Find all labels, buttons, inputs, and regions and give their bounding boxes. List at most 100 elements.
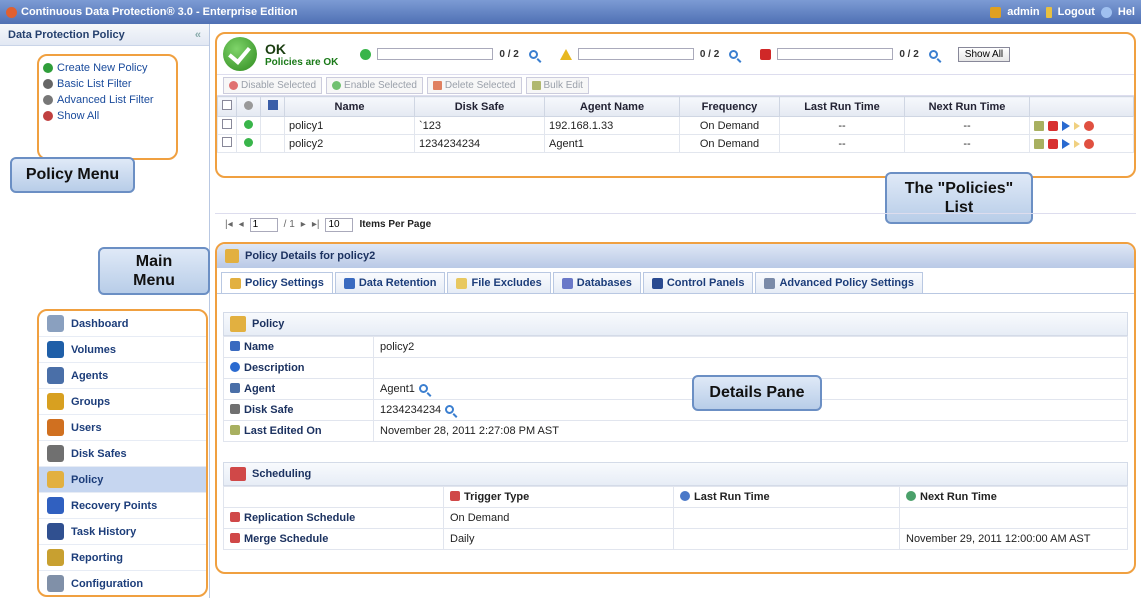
field-key-label: Description <box>244 362 305 374</box>
run-alt-icon[interactable] <box>1074 139 1080 148</box>
policy-name-cell[interactable]: policy1 <box>284 116 415 135</box>
disable-row-icon[interactable] <box>1084 120 1094 131</box>
help-link[interactable]: Hel <box>1118 6 1135 18</box>
policy-menu-advanced-list-filter[interactable]: Advanced List Filter <box>43 92 172 108</box>
policy-menu-create-new-policy[interactable]: Create New Policy <box>43 60 172 76</box>
disable-selected-button[interactable]: Disable Selected <box>223 76 323 94</box>
title-bar: Continuous Data Protection® 3.0 - Enterp… <box>0 0 1141 24</box>
policy-menu-label: Basic List Filter <box>57 78 132 90</box>
run-alt-icon[interactable] <box>1074 121 1080 130</box>
items-per-page-label: Items Per Page <box>359 219 432 230</box>
current-user[interactable]: admin <box>1007 6 1039 18</box>
show-all-button[interactable]: Show All <box>957 46 1011 62</box>
field-key-label: Agent <box>244 383 276 395</box>
table-row[interactable]: policy2 1234234234 Agent1 On Demand -- -… <box>217 134 1134 153</box>
sidebar: Data Protection Policy « Create New Poli… <box>0 24 210 598</box>
policy-section-header: Policy <box>223 312 1128 336</box>
disk-safe-lookup-icon[interactable] <box>445 405 455 414</box>
next-run-column-header[interactable]: Next Run Time <box>904 96 1030 117</box>
main-menu-configuration[interactable]: Configuration <box>39 571 206 595</box>
run-icon[interactable] <box>1062 120 1070 131</box>
row-checkbox[interactable] <box>222 137 232 147</box>
logout-link[interactable]: Logout <box>1058 6 1095 18</box>
row-type-cell <box>260 116 285 135</box>
items-per-page-input[interactable] <box>325 217 354 232</box>
sidebar-title: Data Protection Policy <box>8 28 125 41</box>
next-page-button[interactable]: ▸ <box>301 219 306 230</box>
tab-policy-settings[interactable]: Policy Settings <box>221 272 333 293</box>
main-menu-dashboard[interactable]: Dashboard <box>39 311 206 337</box>
delete-row-icon[interactable] <box>1048 138 1058 149</box>
field-key: Agent <box>223 378 374 400</box>
page-number-input[interactable] <box>249 217 278 232</box>
bulk-edit-button[interactable]: Bulk Edit <box>525 76 589 94</box>
table-header-row: Name Disk Safe Agent Name Frequency Last… <box>217 96 1134 117</box>
ok-icon <box>360 48 372 60</box>
field-value: policy2 <box>373 336 1128 358</box>
row-checkbox[interactable] <box>222 119 232 129</box>
error-count: 0 / 2 <box>899 48 919 60</box>
frequency-column-header[interactable]: Frequency <box>679 96 780 117</box>
field-value-text: November 28, 2011 2:27:08 PM AST <box>380 425 559 437</box>
tab-file-excludes[interactable]: File Excludes <box>447 272 551 293</box>
policy-name-cell[interactable]: policy2 <box>284 134 415 153</box>
row-checkbox-cell[interactable] <box>217 116 237 135</box>
schedule-last-run-header: Last Run Time <box>673 486 900 508</box>
main-menu-groups[interactable]: Groups <box>39 389 206 415</box>
status-column-header[interactable] <box>236 96 261 117</box>
tab-data-retention[interactable]: Data Retention <box>334 272 446 293</box>
tab-control-panels[interactable]: Control Panels <box>642 272 754 293</box>
enable-selected-button[interactable]: Enable Selected <box>326 76 423 94</box>
tab-advanced-policy-settings[interactable]: Advanced Policy Settings <box>755 272 923 293</box>
policy-menu-show-all[interactable]: Show All <box>43 108 172 124</box>
tab-label: Databases <box>576 277 632 289</box>
actions-column-header <box>1029 96 1134 117</box>
run-icon[interactable] <box>1062 138 1070 149</box>
row-checkbox-cell[interactable] <box>217 134 237 153</box>
first-page-button[interactable]: |◂ <box>225 219 233 230</box>
warning-search-icon[interactable] <box>729 49 739 59</box>
main-menu-agents[interactable]: Agents <box>39 363 206 389</box>
collapse-button[interactable]: « <box>195 29 201 41</box>
delete-selected-button[interactable]: Delete Selected <box>426 76 522 94</box>
data-retention-icon <box>343 277 355 289</box>
table-row[interactable]: policy1 `123 192.168.1.33 On Demand -- -… <box>217 116 1134 135</box>
main-menu-recovery-points[interactable]: Recovery Points <box>39 493 206 519</box>
policy-settings-icon <box>230 277 241 289</box>
select-all-checkbox[interactable] <box>222 100 232 110</box>
main-menu-reporting[interactable]: Reporting <box>39 545 206 571</box>
select-all-header[interactable] <box>217 96 237 117</box>
type-column-header[interactable] <box>260 96 285 117</box>
agent-name-column-header[interactable]: Agent Name <box>544 96 680 117</box>
field-key: Name <box>223 336 374 358</box>
tab-databases[interactable]: Databases <box>552 272 641 293</box>
schedule-next-run-cell <box>899 507 1128 529</box>
last-page-button[interactable]: ▸| <box>312 219 320 230</box>
agent-lookup-icon[interactable] <box>418 384 428 393</box>
delete-row-icon[interactable] <box>1048 120 1058 131</box>
prev-page-button[interactable]: ◂ <box>239 219 244 230</box>
main-menu-volumes[interactable]: Volumes <box>39 337 206 363</box>
error-search-icon[interactable] <box>928 49 938 59</box>
main-menu-disk-safes[interactable]: Disk Safes <box>39 441 206 467</box>
main-menu-policy[interactable]: Policy <box>39 467 206 493</box>
main-menu-task-history[interactable]: Task History <box>39 519 206 545</box>
ok-search-icon[interactable] <box>528 49 538 59</box>
name-column-header[interactable]: Name <box>284 96 415 117</box>
main-menu-users[interactable]: Users <box>39 415 206 441</box>
disable-row-icon[interactable] <box>1084 138 1094 149</box>
filter-icon <box>43 79 53 89</box>
schedule-row-replication-schedule: Replication Schedule On Demand <box>223 507 1128 529</box>
policy-menu-basic-list-filter[interactable]: Basic List Filter <box>43 76 172 92</box>
control-panels-icon <box>651 277 663 289</box>
disk-safe-icon <box>230 404 240 414</box>
last-run-cell: -- <box>779 116 905 135</box>
field-key-label: Name <box>244 341 274 353</box>
details-tabs: Policy Settings Data Retention File Exclud… <box>217 268 1134 294</box>
sidebar-header: Data Protection Policy « <box>0 24 209 46</box>
disk-safe-column-header[interactable]: Disk Safe <box>414 96 545 117</box>
warning-stat: 0 / 2 <box>559 48 739 60</box>
edit-icon[interactable] <box>1034 120 1044 131</box>
edit-icon[interactable] <box>1034 138 1044 149</box>
last-run-column-header[interactable]: Last Run Time <box>779 96 905 117</box>
